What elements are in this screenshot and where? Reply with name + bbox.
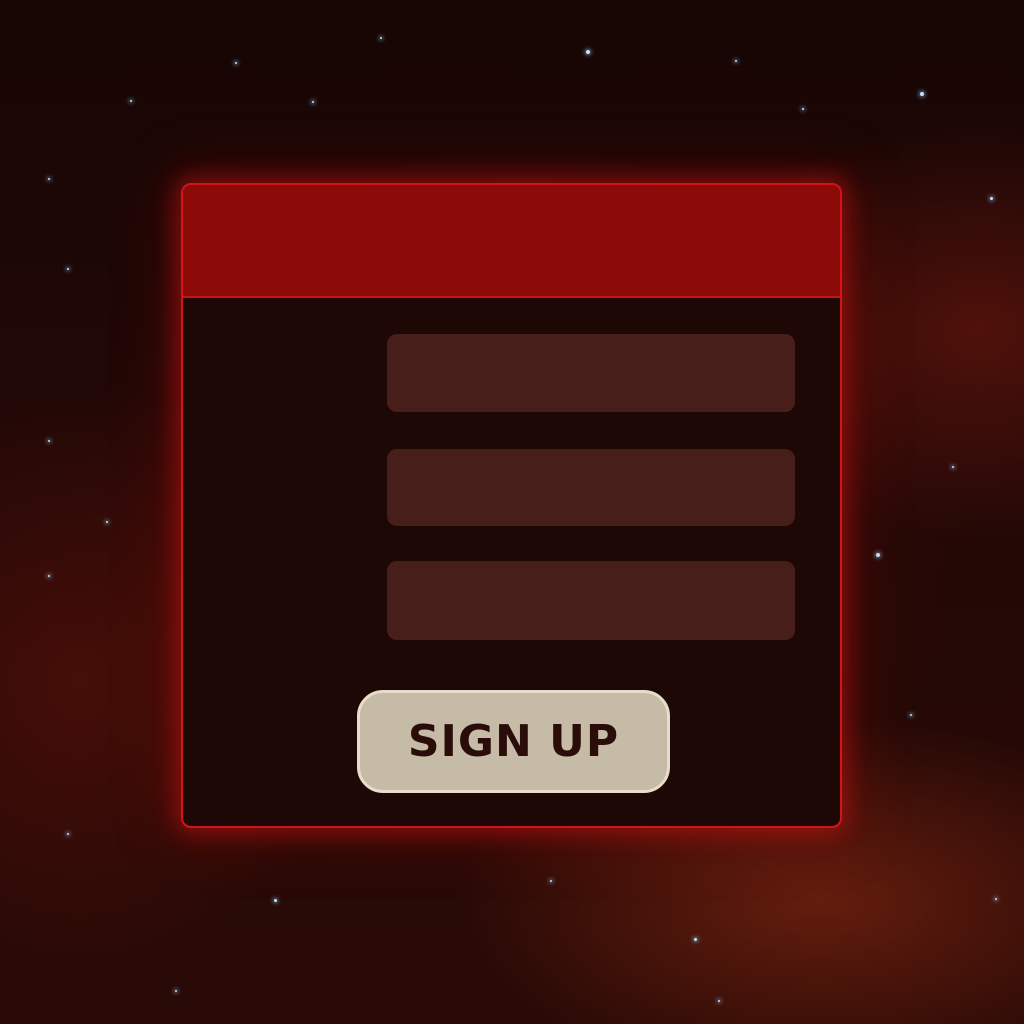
star xyxy=(735,60,737,62)
star xyxy=(312,101,314,103)
star xyxy=(380,37,382,39)
first-input-field[interactable] xyxy=(387,334,795,412)
signup-dialog: SIGN UP xyxy=(181,183,842,828)
star xyxy=(990,197,993,200)
star xyxy=(48,575,50,577)
star xyxy=(920,92,924,96)
star xyxy=(718,1000,720,1002)
star xyxy=(48,440,50,442)
star xyxy=(802,108,804,110)
star xyxy=(910,714,912,716)
star xyxy=(106,521,108,523)
star xyxy=(175,990,177,992)
star xyxy=(876,553,880,557)
star xyxy=(995,898,997,900)
star xyxy=(550,880,552,882)
star xyxy=(274,899,277,902)
sign-up-button[interactable]: SIGN UP xyxy=(357,690,670,793)
second-input-field[interactable] xyxy=(387,449,795,526)
star xyxy=(67,268,69,270)
star xyxy=(130,100,132,102)
dialog-header xyxy=(183,185,840,298)
star xyxy=(67,833,69,835)
star xyxy=(235,62,237,64)
star xyxy=(694,938,697,941)
star xyxy=(48,178,50,180)
sign-up-button-label: SIGN UP xyxy=(407,716,620,767)
star xyxy=(952,466,954,468)
star xyxy=(586,50,590,54)
third-input-field[interactable] xyxy=(387,561,795,640)
